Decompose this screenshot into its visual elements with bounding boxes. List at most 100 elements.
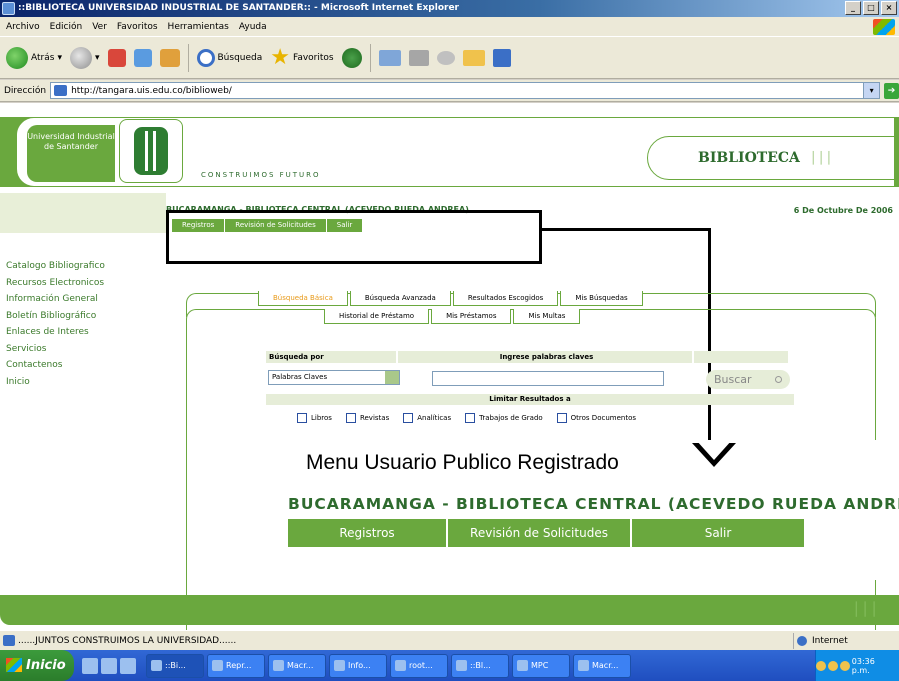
section-title-text: BIBLIOTECA [698, 150, 800, 166]
tab-row-1: Búsqueda Básica Búsqueda Avanzada Result… [258, 291, 643, 306]
checkbox[interactable] [297, 413, 307, 423]
tab-mis-busquedas[interactable]: Mis Búsquedas [560, 291, 643, 306]
forward-button[interactable]: ▾ [69, 46, 100, 69]
menu-ver[interactable]: Ver [92, 22, 107, 32]
search-field-value: Palabras Claves [272, 373, 328, 381]
windows-logo-icon [873, 19, 895, 35]
sidebar-menu: Catalogo Bibliografico Recursos Electron… [6, 258, 105, 390]
zoom-registros[interactable]: Registros [288, 519, 448, 547]
zoom-revision-solicitudes[interactable]: Revisión de Solicitudes [448, 519, 632, 547]
menu-edicion[interactable]: Edición [50, 22, 83, 32]
task-button[interactable]: root... [390, 653, 448, 678]
stop-icon[interactable] [107, 48, 126, 67]
columns-icon: ⏐⏐⏐ [852, 602, 879, 618]
search-icon [196, 48, 215, 67]
menu-favoritos[interactable]: Favoritos [117, 22, 158, 32]
annotation-line [542, 228, 710, 231]
uis-logo[interactable] [119, 119, 183, 183]
quicklaunch-icon[interactable] [82, 657, 98, 674]
checkbox[interactable] [465, 413, 476, 423]
sidebar-item-enlaces[interactable]: Enlaces de Interes [6, 324, 105, 341]
menu-ayuda[interactable]: Ayuda [239, 22, 267, 32]
tray-icon[interactable] [827, 660, 838, 671]
status-bar: ......JUNTOS CONSTRUIMOS LA UNIVERSIDAD.… [0, 630, 899, 650]
folder-icon[interactable] [462, 49, 485, 66]
filter-libros[interactable]: Libros [297, 413, 332, 423]
zoom-salir[interactable]: Salir [632, 519, 806, 547]
maximize-button[interactable]: □ [863, 1, 879, 15]
zoom-caption: Menu Usuario Publico Registrado [306, 451, 619, 474]
menu-archivo[interactable]: Archivo [6, 22, 40, 32]
minimize-button[interactable]: _ [845, 1, 861, 15]
sidebar-item-contactenos[interactable]: Contactenos [6, 357, 105, 374]
task-button[interactable]: Macr... [268, 653, 326, 678]
tab-mis-multas[interactable]: Mis Multas [513, 309, 581, 324]
task-button[interactable]: Repr... [207, 653, 265, 678]
checkbox[interactable] [403, 413, 414, 423]
back-label: Atrás [31, 52, 55, 63]
quicklaunch-icon[interactable] [120, 657, 136, 674]
task-button[interactable]: MPC [512, 653, 570, 678]
tab-historial-prestamo[interactable]: Historial de Préstamo [324, 309, 430, 324]
filter-trabajos-grado[interactable]: Trabajos de Grado [465, 413, 543, 423]
sidebar-item-inicio[interactable]: Inicio [6, 374, 105, 391]
task-button[interactable]: Info... [329, 653, 387, 678]
chevron-down-icon[interactable]: ▾ [863, 83, 880, 98]
menu-herramientas[interactable]: Herramientas [168, 22, 229, 32]
sidebar-item-informacion[interactable]: Información General [6, 291, 105, 308]
tab-busqueda-basica[interactable]: Búsqueda Básica [258, 291, 348, 306]
clock: 03:36 p.m. [851, 656, 875, 675]
go-button[interactable]: ➔ [884, 82, 899, 99]
home-icon[interactable] [159, 48, 180, 67]
task-button[interactable]: ::Bi... [146, 653, 204, 678]
keywords-input[interactable] [432, 371, 664, 386]
page-icon [3, 635, 15, 646]
back-button[interactable]: Atrás ▾ [6, 46, 62, 69]
tray-icon[interactable] [839, 660, 850, 671]
address-url: http://tangara.uis.edu.co/biblioweb/ [71, 85, 232, 96]
browser-toolbar: Atrás ▾ ▾ Búsqueda ★ Favoritos [0, 37, 899, 79]
favorites-button[interactable]: ★ Favoritos [270, 46, 333, 69]
tab-busqueda-avanzada[interactable]: Búsqueda Avanzada [349, 291, 451, 306]
chevron-down-icon [385, 371, 399, 384]
close-button[interactable]: × [881, 1, 897, 15]
search-by-label: Búsqueda por [266, 351, 398, 363]
task-button[interactable]: ::Bl... [451, 653, 509, 678]
filter-checkboxes: Libros Revistas Analíticas Trabajos de G… [297, 413, 636, 423]
search-button[interactable]: Búsqueda [196, 48, 262, 67]
filter-otros[interactable]: Otros Documentos [556, 413, 636, 423]
zoom-menu: Registros Revisión de Solicitudes Salir [288, 519, 806, 547]
sidebar-item-servicios[interactable]: Servicios [6, 341, 105, 358]
window-title-bar[interactable]: ::BIBLIOTECA UNIVERSIDAD INDUSTRIAL DE S… [0, 0, 899, 17]
quicklaunch-icon[interactable] [101, 657, 117, 674]
filter-analiticas[interactable]: Analíticas [403, 413, 451, 423]
start-button[interactable]: Inicio [0, 650, 74, 681]
task-button[interactable]: Macr... [573, 653, 631, 678]
search-field-select[interactable]: Palabras Claves [268, 370, 400, 385]
checkbox[interactable] [556, 413, 567, 423]
tab-resultados-escogidos[interactable]: Resultados Escogidos [452, 291, 559, 306]
page-footer [0, 595, 899, 625]
forward-arrow-icon [69, 46, 92, 69]
tray-icon[interactable] [816, 660, 826, 671]
mail-icon[interactable] [378, 49, 401, 66]
refresh-icon[interactable] [133, 48, 152, 67]
filter-revistas[interactable]: Revistas [345, 413, 389, 423]
edit-icon[interactable] [436, 50, 455, 65]
messenger-icon[interactable] [492, 48, 511, 67]
tab-mis-prestamos[interactable]: Mis Préstamos [431, 309, 512, 324]
taskbar: Inicio ::Bi... Repr... Macr... Info... r… [0, 650, 899, 681]
search-header: Búsqueda por Ingrese palabras claves [266, 351, 794, 363]
address-input[interactable]: http://tangara.uis.edu.co/biblioweb/ ▾ [50, 82, 881, 99]
search-submit-button[interactable]: Buscar [706, 370, 790, 389]
history-icon[interactable] [341, 47, 362, 68]
search-header-spacer [694, 351, 790, 363]
checkbox[interactable] [345, 413, 356, 423]
address-bar: Dirección http://tangara.uis.edu.co/bibl… [0, 80, 899, 102]
sidebar-item-catalogo[interactable]: Catalogo Bibliografico [6, 258, 105, 275]
search-submit-label: Buscar [714, 373, 752, 386]
print-icon[interactable] [408, 49, 429, 66]
sidebar-item-boletin[interactable]: Boletín Bibliográfico [6, 308, 105, 325]
sidebar-item-recursos[interactable]: Recursos Electronicos [6, 275, 105, 292]
menu-bar: Archivo Edición Ver Favoritos Herramient… [0, 17, 899, 37]
